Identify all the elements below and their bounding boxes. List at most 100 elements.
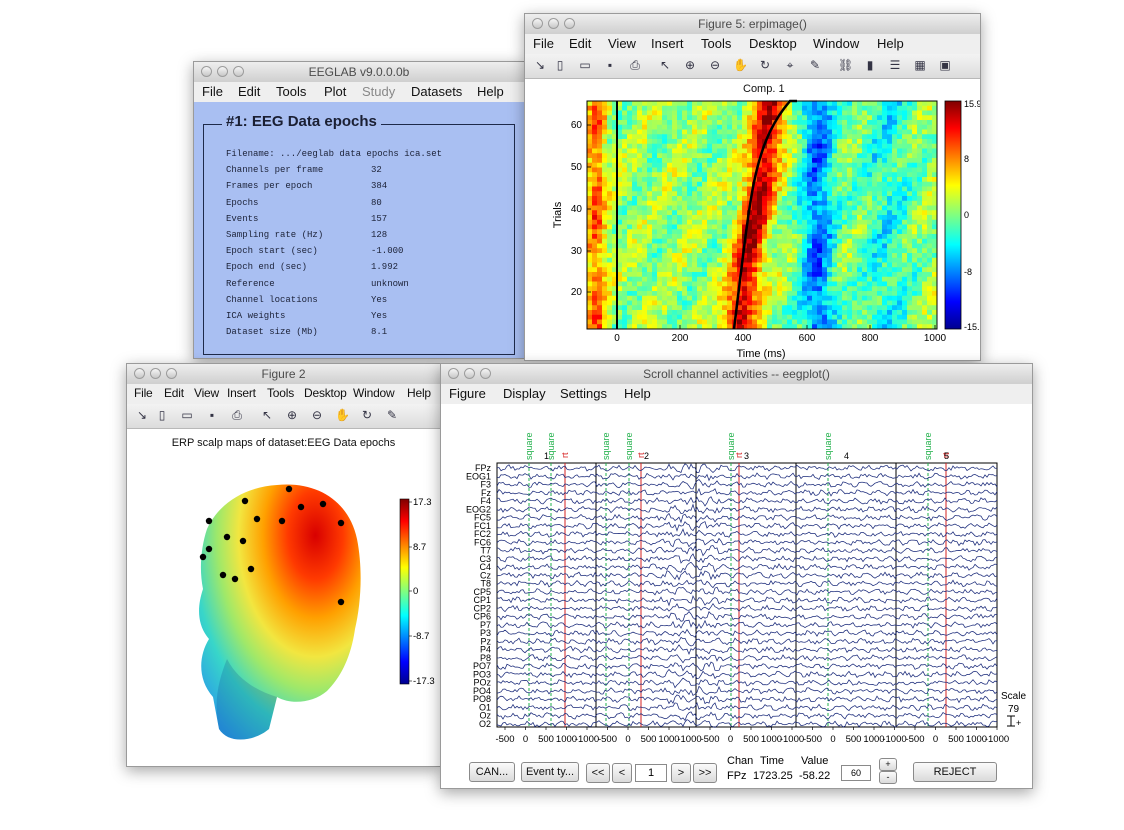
next-page-button[interactable]: > (671, 763, 691, 783)
legend-icon[interactable]: ☰ (888, 58, 902, 72)
new-file-icon[interactable]: ▯ (155, 408, 169, 422)
epoch-number: 4 (844, 451, 849, 461)
time-tick-label: -1000 (882, 734, 906, 745)
menu-settings[interactable]: Settings (560, 386, 607, 401)
menu-study[interactable]: Study (362, 84, 395, 99)
menu-tools[interactable]: Tools (267, 386, 294, 400)
info-value: 384 (371, 181, 388, 192)
menu-file[interactable]: File (134, 386, 153, 400)
colorbar[interactable] (944, 100, 962, 330)
menu-edit[interactable]: Edit (238, 84, 260, 99)
menu-plot[interactable]: Plot (324, 84, 346, 99)
pointer-icon[interactable]: ↖ (260, 408, 274, 422)
figure2-titlebar[interactable]: Figure 2 (127, 364, 440, 385)
menu-figure[interactable]: Figure (449, 386, 486, 401)
menu-file[interactable]: File (202, 84, 223, 99)
new-file-icon[interactable]: ▯ (553, 58, 567, 72)
info-label: Events (226, 213, 259, 224)
epoch-number: 1 (544, 451, 549, 461)
page-field[interactable]: 1 (635, 764, 667, 782)
reject-button[interactable]: REJECT (913, 762, 997, 782)
time-tick-label: -500 (803, 734, 822, 745)
colorbar[interactable] (399, 498, 410, 685)
save-icon[interactable]: ▪ (205, 408, 219, 422)
menu-tools[interactable]: Tools (701, 36, 731, 51)
arrow-icon[interactable]: ↘ (135, 408, 149, 422)
menu-insert[interactable]: Insert (651, 36, 684, 51)
menu-desktop[interactable]: Desktop (304, 386, 348, 400)
colorbar-tick-label: 17.3 (413, 497, 432, 508)
rotate-icon[interactable]: ↻ (758, 58, 772, 72)
scale-field[interactable]: 60 (841, 765, 871, 781)
scalp-map-plot: 17.3 8.7 0 -8.7 -17.3 (199, 484, 435, 740)
menu-help[interactable]: Help (477, 84, 504, 99)
menu-view[interactable]: View (608, 36, 636, 51)
y-tick-label: 20 (571, 287, 583, 298)
epoch-number: 5 (944, 451, 949, 461)
event-types-button[interactable]: Event ty... (521, 762, 579, 782)
rotate-icon[interactable]: ↻ (360, 408, 374, 422)
link-icon[interactable]: ⛓ (838, 58, 853, 72)
info-label: ICA weights (226, 311, 286, 321)
save-icon[interactable]: ▪ (603, 58, 617, 72)
value-readout: -58.22 (799, 770, 831, 782)
pan-icon[interactable]: ✋ (335, 408, 350, 422)
menu-display[interactable]: Display (503, 386, 546, 401)
eeglab-titlebar[interactable]: EEGLAB v9.0.0.0b (194, 62, 524, 83)
value-label: Value (801, 755, 829, 767)
epoch-number: 2 (644, 451, 649, 461)
eeg-channel-plot[interactable]: square square square square square square squa… (441, 404, 1032, 788)
zoom-out-icon[interactable]: ⊖ (310, 408, 324, 422)
colorbar-tick-label: -15. (964, 322, 980, 332)
menu-file[interactable]: File (533, 36, 554, 51)
layout-icon[interactable]: ▣ (938, 58, 952, 72)
electrode-dot (199, 553, 207, 561)
menu-help[interactable]: Help (624, 386, 651, 401)
last-page-button[interactable]: >> (693, 763, 717, 783)
pan-icon[interactable]: ✋ (733, 58, 748, 72)
y-axis-label: Trials (552, 201, 564, 228)
print-icon[interactable]: ⎙ (628, 58, 642, 72)
menu-desktop[interactable]: Desktop (749, 36, 797, 51)
time-tick-label: -500 (905, 734, 924, 745)
cancel-button[interactable]: CAN... (469, 762, 515, 782)
menu-window[interactable]: Window (353, 386, 399, 400)
eegplot-titlebar[interactable]: Scroll channel activities -- eegplot() (441, 364, 1032, 385)
print-icon[interactable]: ⎙ (230, 408, 244, 422)
open-icon[interactable]: ▭ (578, 58, 592, 72)
electrode-dot (241, 497, 249, 505)
menu-view[interactable]: View (194, 386, 219, 400)
menu-insert[interactable]: Insert (227, 386, 263, 400)
zoom-in-icon[interactable]: ⊕ (285, 408, 299, 422)
time-tick-label: -1000 (677, 734, 701, 745)
menu-tools[interactable]: Tools (276, 84, 306, 99)
figure5-titlebar[interactable]: Figure 5: erpimage() (525, 14, 980, 35)
colorbar-tick-label: -17.3 (413, 676, 435, 687)
brush-icon[interactable]: ✎ (385, 408, 399, 422)
menu-help[interactable]: Help (407, 386, 431, 400)
electrode-dot (223, 533, 231, 541)
colorbar-tick-label: -8.7 (413, 631, 429, 642)
zoom-in-icon[interactable]: ⊕ (683, 58, 697, 72)
pointer-icon[interactable]: ↖ (658, 58, 672, 72)
menu-edit[interactable]: Edit (164, 386, 184, 400)
data-cursor-icon[interactable]: ⌖ (783, 58, 797, 72)
info-label: Epoch start (sec) (226, 246, 318, 257)
grid-icon[interactable]: ▦ (913, 58, 927, 72)
info-label: Filename: .../eeglab data epochs ica.set (226, 149, 443, 159)
open-icon[interactable]: ▭ (180, 408, 194, 422)
colorbar-icon[interactable]: ▮ (863, 58, 877, 72)
scale-increase-button[interactable]: + (879, 758, 897, 771)
time-tick-label: 0 (830, 734, 835, 745)
zoom-out-icon[interactable]: ⊖ (708, 58, 722, 72)
scale-decrease-button[interactable]: - (879, 771, 897, 784)
arrow-icon[interactable]: ↘ (533, 58, 547, 72)
time-tick-label: 0 (523, 734, 528, 745)
previous-page-button[interactable]: < (612, 763, 632, 783)
first-page-button[interactable]: << (586, 763, 610, 783)
brush-icon[interactable]: ✎ (808, 58, 822, 72)
menu-datasets[interactable]: Datasets (411, 84, 462, 99)
menu-help[interactable]: Help (877, 36, 904, 51)
menu-window[interactable]: Window (813, 36, 859, 51)
menu-edit[interactable]: Edit (569, 36, 591, 51)
